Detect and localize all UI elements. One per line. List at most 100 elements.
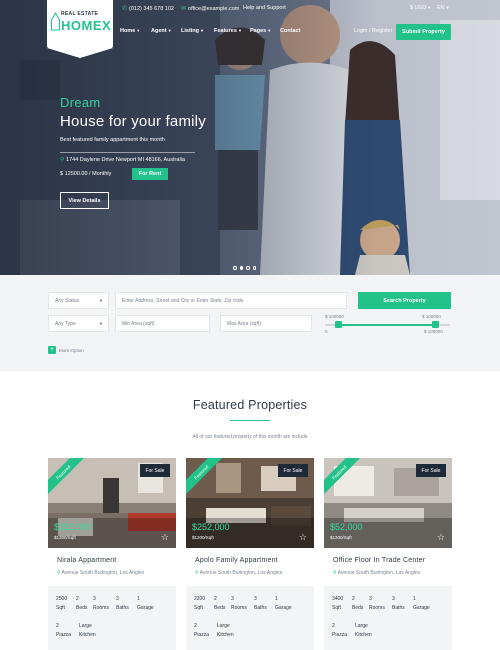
property-image[interactable]: Featured For Sale $352,000 $1300/Sqft ☆: [48, 458, 176, 548]
stat-garage: 1 Garage: [413, 595, 430, 613]
submit-property-button[interactable]: Submit Property: [396, 24, 451, 40]
stat-label: Beds: [214, 605, 226, 611]
property-name[interactable]: Apolo Family Appartment: [195, 557, 278, 564]
property-price-per-sqft: $1200/Sqft: [330, 535, 352, 540]
stat-piazza: 2 Piazza: [56, 622, 71, 640]
nav-listing[interactable]: Listing▼: [181, 28, 204, 34]
price-range-min-handle[interactable]: [335, 321, 342, 328]
stat-baths: 3 Baths: [116, 595, 129, 613]
property-price: $52,000: [330, 522, 363, 532]
email-text: office@example.com: [188, 6, 240, 12]
property-address: ⚲Avenue South Burlington, Los Angles: [57, 570, 144, 576]
stat-label: Garage: [413, 605, 430, 611]
language-select[interactable]: EN▼: [437, 5, 450, 11]
currency-select[interactable]: $ USD▼: [410, 5, 431, 11]
topbar-phone[interactable]: ✆ (012) 345 678 102: [122, 5, 174, 12]
hero-divider: [60, 152, 195, 153]
view-details-button[interactable]: View Details: [60, 192, 109, 209]
chevron-down-icon: ▼: [267, 28, 272, 33]
plus-icon: +: [48, 346, 56, 354]
type-select[interactable]: Any Type ▼: [48, 315, 109, 332]
for-sale-badge: For Sale: [140, 464, 170, 477]
stat-label: Sqft: [56, 605, 65, 611]
max-area-input[interactable]: Max Area (sqft): [220, 315, 312, 332]
stat-label: Sqft: [332, 605, 341, 611]
stat-value: 3: [392, 596, 395, 602]
stat-value: 1: [275, 596, 278, 602]
stat-label: Garage: [275, 605, 292, 611]
property-image[interactable]: Featured For Sale $252,000 $1200/Sqft ☆: [186, 458, 314, 548]
stat-value: 3: [116, 596, 119, 602]
stat-garage: 1 Garage: [137, 595, 154, 613]
stat-label: Baths: [392, 605, 405, 611]
phone-text: (012) 345 678 102: [129, 6, 174, 12]
favorite-star-icon[interactable]: ☆: [437, 532, 445, 543]
slider-dots: [233, 266, 256, 270]
stat-piazza: 2 Piazza: [194, 622, 209, 640]
hero-subtitle: Best featured family appartment this mon…: [60, 137, 165, 143]
featured-title: Featured Properties: [192, 398, 308, 412]
hero-banner: REAL ESTATE HOMEX ✆ (012) 345 678 102 ✉ of…: [0, 0, 500, 275]
stat-value: Large: [217, 623, 230, 629]
property-card[interactable]: Featured For Sale $52,000 $1200/Sqft ☆ O…: [324, 458, 452, 650]
favorite-star-icon[interactable]: ☆: [299, 532, 307, 543]
stat-value: Large: [79, 623, 92, 629]
address-search-input[interactable]: Enter Address, Street and City or Enter …: [115, 292, 347, 309]
property-card[interactable]: Featured For Sale $252,000 $1200/Sqft ☆ …: [186, 458, 314, 650]
slider-dot-active[interactable]: [239, 266, 243, 270]
chevron-down-icon: ▼: [136, 28, 141, 33]
slider-dot[interactable]: [233, 266, 237, 270]
nav-pages[interactable]: Pages▼: [250, 28, 271, 34]
hero-price: $ 12500.00 / Monthly: [60, 171, 112, 177]
price-range-max-handle[interactable]: [432, 321, 439, 328]
chevron-down-icon: ▼: [445, 5, 450, 10]
nav-features-label: Features: [214, 28, 237, 34]
property-name[interactable]: Nirala Appartment: [57, 557, 116, 564]
nav-home[interactable]: Home▼: [120, 28, 140, 34]
for-rent-badge[interactable]: For Rent: [132, 168, 168, 180]
stat-value: 2200: [194, 596, 206, 602]
property-name[interactable]: Office Floor In Trade Center: [333, 557, 425, 564]
stat-rooms: 3 Rooms: [93, 595, 109, 613]
nav-agent[interactable]: Agent▼: [151, 28, 172, 34]
stat-value: 2: [76, 596, 79, 602]
stat-label: Piazza: [332, 632, 348, 638]
slider-dot[interactable]: [246, 266, 250, 270]
stat-label: Rooms: [369, 605, 385, 611]
stat-value: 2: [352, 596, 355, 602]
logo-tagline: REAL ESTATE: [61, 11, 99, 17]
nav-features[interactable]: Features▼: [214, 28, 242, 34]
topbar-email[interactable]: ✉ office@example.com: [181, 5, 239, 12]
chevron-down-icon: ▼: [427, 5, 432, 10]
stat-label: Garage: [137, 605, 154, 611]
stat-label: Kitchen: [217, 632, 234, 638]
topbar-help[interactable]: Help and Support: [243, 5, 286, 11]
property-image[interactable]: Featured For Sale $52,000 $1200/Sqft ☆: [324, 458, 452, 548]
slider-dot[interactable]: [252, 266, 256, 270]
stat-baths: 3 Baths: [254, 595, 267, 613]
search-property-button[interactable]: Search Property: [358, 292, 451, 309]
stat-label: Baths: [116, 605, 129, 611]
property-card[interactable]: Featured For Sale $352,000 $1300/Sqft ☆ …: [48, 458, 176, 650]
min-area-input[interactable]: Min Area (sqft): [115, 315, 210, 332]
stat-beds: 2 Beds: [76, 595, 87, 613]
chevron-down-icon: ▼: [167, 28, 172, 33]
stat-piazza: 2 Piazza: [332, 622, 347, 640]
stat-value: Large: [355, 623, 368, 629]
nav-contact[interactable]: Contact: [280, 28, 300, 34]
stat-label: Beds: [352, 605, 364, 611]
nav-pages-label: Pages: [250, 28, 267, 34]
stat-label: Kitchen: [355, 632, 372, 638]
map-pin-icon: ⚲: [333, 570, 337, 576]
favorite-star-icon[interactable]: ☆: [161, 532, 169, 543]
more-option-toggle[interactable]: + More Option: [48, 346, 84, 354]
logo[interactable]: REAL ESTATE HOMEX: [47, 0, 113, 58]
hero-title: House for your family: [60, 113, 206, 130]
login-register-link[interactable]: Login / Register: [354, 28, 393, 34]
search-panel: Any Status ▼ Enter Address, Street and Ci…: [0, 275, 500, 371]
property-price-per-sqft: $1300/Sqft: [54, 535, 76, 540]
status-select[interactable]: Any Status ▼: [48, 292, 109, 309]
property-address-text: Avenue South Burlington, Los Angles: [61, 570, 145, 576]
stat-label: Rooms: [231, 605, 247, 611]
more-option-label: More Option: [59, 347, 84, 353]
